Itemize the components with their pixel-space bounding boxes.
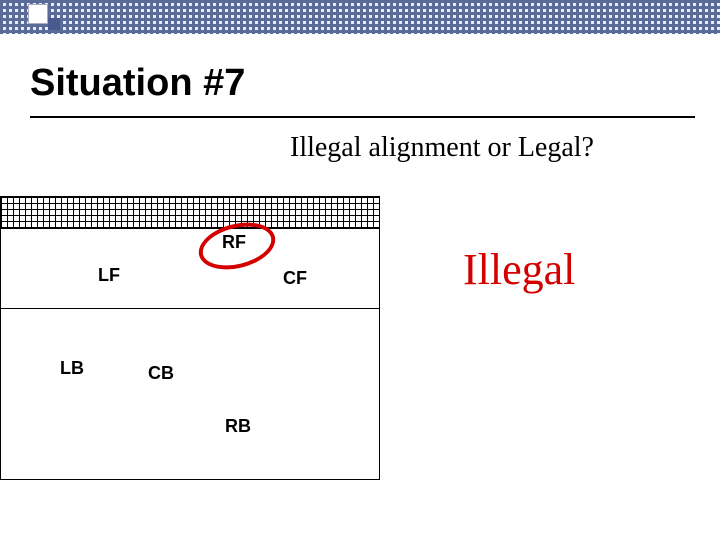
- attack-line: [0, 308, 380, 309]
- verdict-text: Illegal: [463, 244, 575, 295]
- position-cb: CB: [148, 363, 174, 384]
- position-lb: LB: [60, 358, 84, 379]
- decorative-square-dark: [48, 18, 60, 30]
- slide-title: Situation #7: [30, 62, 245, 105]
- title-underline: [30, 116, 695, 118]
- decorative-square-light: [28, 4, 48, 24]
- position-cf: CF: [283, 268, 307, 289]
- net-hatch: [0, 196, 380, 228]
- decorative-header-pattern: [0, 0, 720, 34]
- position-rf: RF: [222, 232, 246, 253]
- question-text: Illegal alignment or Legal?: [290, 132, 594, 164]
- position-rb: RB: [225, 416, 251, 437]
- court-outline: [0, 228, 380, 480]
- position-lf: LF: [98, 265, 120, 286]
